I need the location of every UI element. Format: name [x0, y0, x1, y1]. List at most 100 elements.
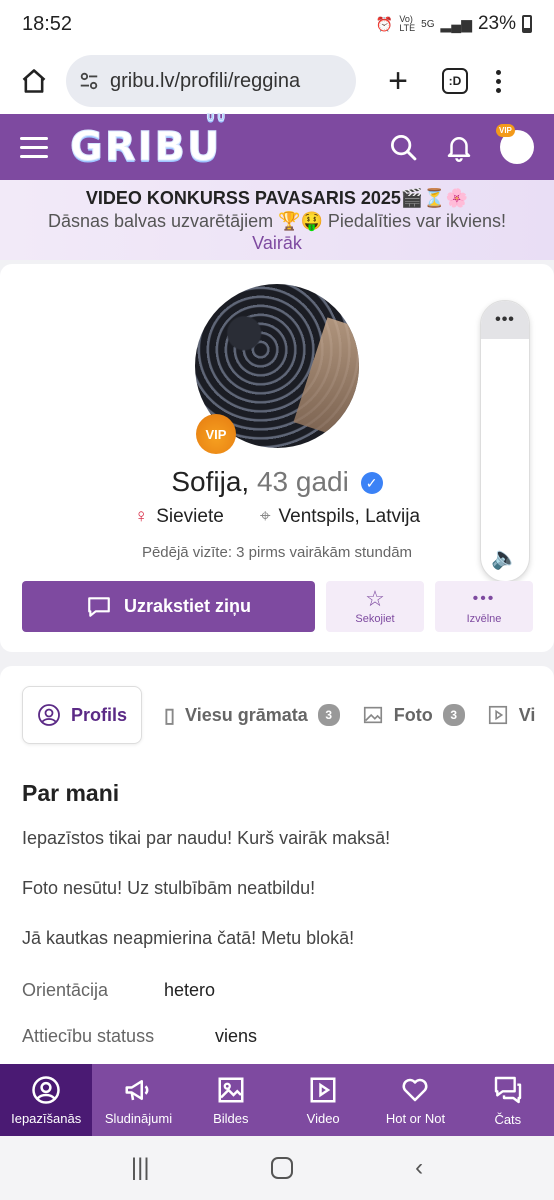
write-message-button[interactable]: Uzrakstiet ziņu — [22, 581, 315, 632]
floating-side-panel: ••• 🔈 — [480, 300, 530, 582]
site-settings-icon[interactable] — [78, 70, 100, 92]
home-button[interactable] — [14, 61, 54, 101]
nav-chat[interactable]: Čats — [462, 1064, 554, 1136]
status-icons: ⏰ Vo) LTE 5G ▂▄▆ 23% — [376, 13, 532, 35]
profile-name-line: Sofija, 43 gadi ✓ — [0, 466, 554, 498]
profile-menu-label: Izvēlne — [466, 613, 502, 625]
tab-photos[interactable]: Foto 3 — [362, 704, 465, 726]
signal-icon: ▂▄▆ — [440, 15, 472, 32]
about-title: Par mani — [22, 780, 120, 806]
tab-photos-label: Foto — [393, 704, 433, 725]
status-bar: 18:52 ⏰ Vo) LTE 5G ▂▄▆ 23% — [0, 0, 554, 48]
nav-hot-or-not[interactable]: Hot or Not — [369, 1064, 461, 1136]
user-circle-icon — [32, 1075, 60, 1104]
user-avatar[interactable]: VIP — [496, 124, 534, 164]
about-paragraph: Iepazīstos tikai par naudu! Kurš vairāk … — [22, 828, 391, 848]
tab-video-label: Vi — [518, 704, 536, 725]
nav-pictures[interactable]: Bildes — [185, 1064, 277, 1136]
profile-age: 43 gadi — [256, 466, 349, 497]
book-icon: ▯ — [164, 704, 176, 727]
nav-pictures-label: Bildes — [213, 1110, 249, 1126]
photos-count: 3 — [442, 704, 465, 726]
play-icon — [310, 1077, 336, 1102]
profile-menu-button[interactable]: ••• Izvēlne — [435, 581, 533, 632]
user-circle-icon — [38, 704, 60, 726]
female-icon: ♀ — [133, 506, 149, 527]
follow-label: Sekojiet — [355, 613, 395, 625]
tab-video[interactable]: Vi — [487, 704, 536, 726]
tab-guestbook-label: Viesu grāmata — [185, 704, 308, 725]
attr-relationship-value: viens — [215, 1026, 258, 1046]
nav-dating[interactable]: Iepazīšanās — [0, 1064, 93, 1136]
vip-badge: VIP — [196, 414, 236, 454]
heart-icon — [402, 1078, 428, 1101]
new-tab-button[interactable]: + — [378, 61, 418, 101]
site-logo[interactable]: GRIBU ᐡᐡ — [69, 110, 225, 171]
browser-toolbar: gribu.lv/profili/reggina + :D — [0, 48, 554, 114]
volte-icon: Vo) LTE — [399, 14, 416, 33]
chat-bubble-icon — [88, 596, 110, 617]
header-actions: VIP — [388, 124, 534, 164]
system-nav-bar: ||| ‹ — [0, 1136, 554, 1200]
alarm-icon: ⏰ — [375, 15, 394, 32]
tab-guestbook[interactable]: ▯ Viesu grāmata 3 — [164, 703, 340, 728]
bunny-ears-icon: ᐡᐡ — [206, 110, 228, 136]
site-header: GRIBU ᐡᐡ VIP — [0, 110, 554, 180]
dots-icon: ••• — [472, 590, 496, 607]
banner-subtitle: Dāsnas balvas uzvarētājiem 🏆🤑 Piedalītie… — [47, 211, 506, 231]
megaphone-icon — [125, 1079, 149, 1100]
network-5g-icon: 5G — [421, 18, 435, 30]
battery-percent: 23% — [477, 13, 516, 34]
address-bar[interactable]: gribu.lv/profili/reggina — [66, 55, 356, 107]
nav-dating-label: Iepazīšanās — [11, 1110, 82, 1126]
vip-tag: VIP — [496, 124, 515, 137]
bell-icon[interactable] — [444, 132, 474, 162]
star-icon: ☆ — [365, 586, 385, 611]
nav-chat-label: Čats — [494, 1111, 522, 1127]
home-circle-icon[interactable] — [271, 1157, 294, 1179]
verified-icon: ✓ — [360, 472, 383, 494]
recent-apps-icon[interactable]: ||| — [131, 1154, 150, 1182]
follow-button[interactable]: ☆ Sekojiet — [326, 581, 424, 632]
back-icon[interactable]: ‹ — [415, 1154, 423, 1182]
tab-profile[interactable]: Profils — [22, 686, 143, 744]
tab-switcher-button[interactable]: :D — [442, 68, 468, 94]
write-message-label: Uzrakstiet ziņu — [123, 596, 252, 616]
bottom-nav: Iepazīšanās Sludinājumi Bildes Video Hot… — [0, 1064, 554, 1136]
nav-hot-or-not-label: Hot or Not — [385, 1110, 446, 1126]
location-pin-icon: ⌖ — [259, 506, 271, 527]
url-text: gribu.lv/profili/reggina — [110, 69, 301, 92]
profile-gender: Sieviete — [156, 506, 224, 527]
banner-more-link[interactable]: Vairāk — [0, 233, 554, 254]
search-icon[interactable] — [388, 132, 418, 162]
chat-icon — [494, 1076, 521, 1103]
more-options-icon[interactable]: ••• — [481, 301, 529, 339]
battery-icon — [522, 15, 532, 33]
profile-card: VIP ••• 🔈 Sofija, 43 gadi ✓ ♀ Sieviete ⌖ V… — [0, 264, 554, 652]
logo-text: GRIBU — [69, 124, 222, 171]
image-icon — [363, 706, 382, 724]
tab-profile-label: Profils — [71, 704, 128, 725]
banner-title: VIDEO KONKURSS PAVASARIS 2025🎬⏳🌸 — [85, 188, 469, 208]
profile-name: Sofija, — [171, 466, 250, 497]
attr-orientation-value: hetero — [164, 980, 216, 1000]
profile-content-card: Profils ▯ Viesu grāmata 3 Foto 3 Vi Par … — [0, 666, 554, 1086]
play-icon — [488, 705, 507, 725]
profile-meta: ♀ Sieviete ⌖ Ventspils, Latvija — [0, 506, 554, 528]
profile-location: Ventspils, Latvija — [278, 506, 421, 527]
status-time: 18:52 — [22, 12, 73, 35]
profile-tabs: Profils ▯ Viesu grāmata 3 Foto 3 Vi — [22, 686, 535, 744]
about-paragraph: Foto nesūtu! Uz stulbībām neatbildu! — [22, 878, 316, 898]
browser-menu-button[interactable] — [496, 69, 501, 93]
nav-video-label: Video — [306, 1110, 340, 1126]
nav-ads-label: Sludinājumi — [104, 1110, 173, 1126]
hamburger-menu-icon[interactable] — [20, 136, 48, 158]
promo-banner: VIDEO KONKURSS PAVASARIS 2025🎬⏳🌸 Dāsnas … — [0, 180, 554, 260]
nav-video[interactable]: Video — [277, 1064, 369, 1136]
last-visit: Pēdējā vizīte: 3 pirms vairākām stundām — [141, 544, 413, 561]
attr-orientation-label: Orientācija — [22, 980, 109, 1000]
guestbook-count: 3 — [317, 704, 340, 726]
nav-ads[interactable]: Sludinājumi — [92, 1064, 184, 1136]
attr-relationship-label: Attiecību statuss — [22, 1026, 155, 1046]
home-icon — [22, 69, 46, 93]
